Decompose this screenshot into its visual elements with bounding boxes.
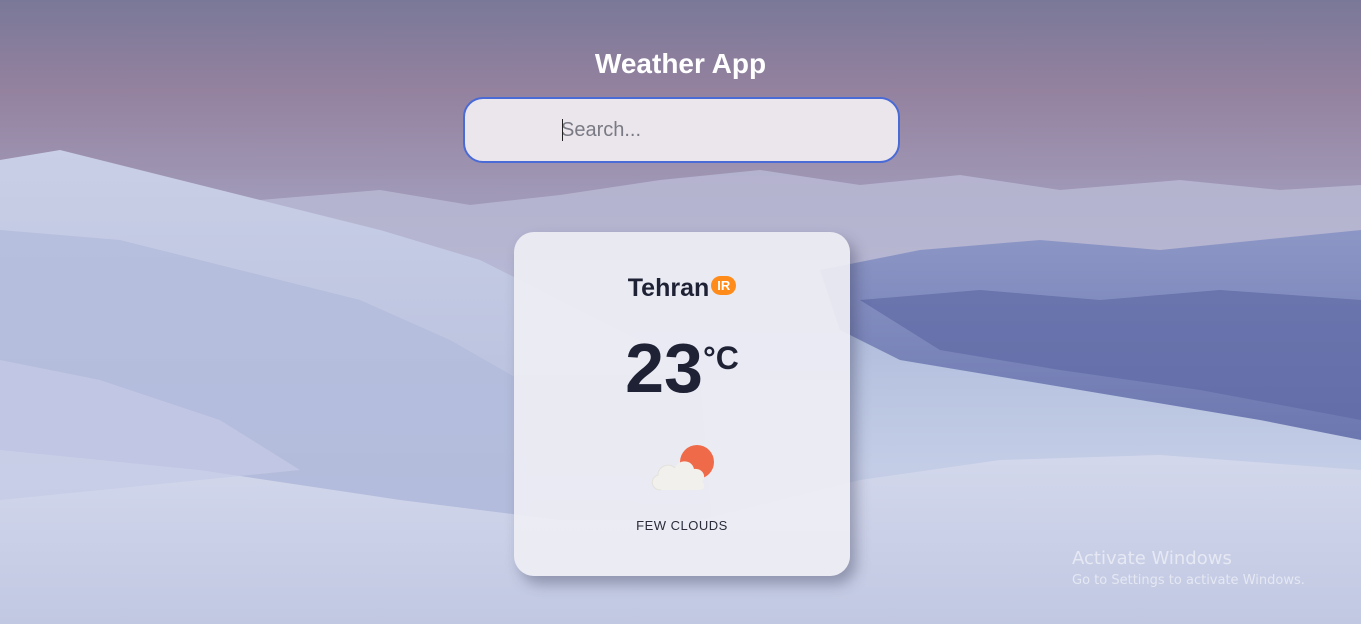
app-title: Weather App	[594, 48, 767, 79]
activate-windows-subtitle: Go to Settings to activate Windows.	[1072, 573, 1305, 588]
location: Tehran IR	[514, 274, 850, 303]
weather-description: FEW CLOUDS	[636, 518, 728, 533]
temperature-value: 23	[625, 329, 703, 407]
activate-windows-title: Activate Windows	[1072, 548, 1232, 569]
few-clouds-icon	[651, 445, 714, 491]
activate-windows-watermark: Activate Windows Go to Settings to activ…	[1072, 548, 1305, 592]
city-name: Tehran	[627, 274, 710, 302]
weather-card: Tehran IR 23°C FEW CLOUDS	[514, 232, 850, 576]
search-input[interactable]	[561, 99, 881, 161]
temperature-display: 23°C	[514, 330, 850, 406]
text-caret	[562, 119, 563, 141]
country-badge: IR	[711, 276, 737, 295]
search-box[interactable]	[463, 97, 900, 163]
temperature-unit: °C	[702, 340, 739, 376]
